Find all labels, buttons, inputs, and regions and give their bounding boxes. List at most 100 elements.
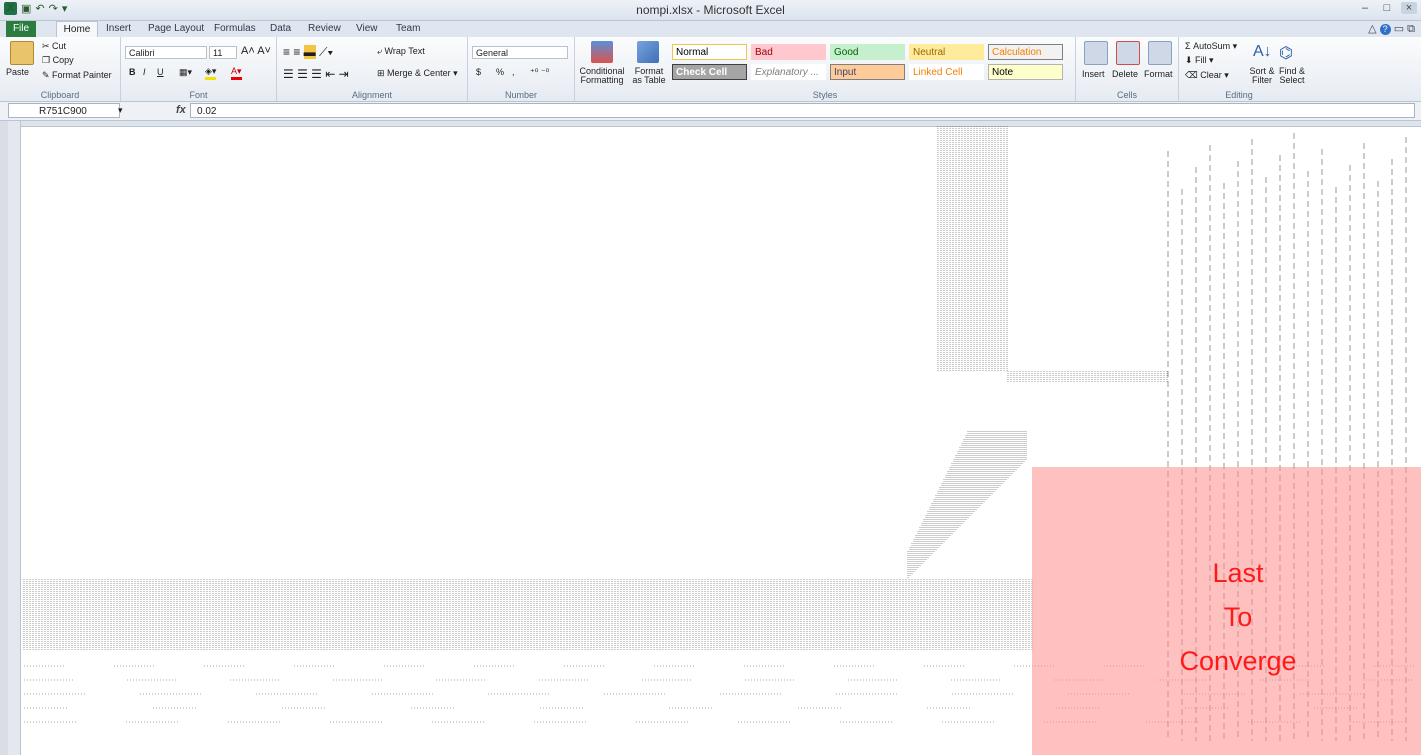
sigma-icon: Σ xyxy=(1185,41,1194,51)
maximize-button[interactable]: □ xyxy=(1379,2,1395,14)
minimize-button[interactable]: – xyxy=(1357,2,1373,14)
align-horizontal-icons[interactable]: ☰ ☰ ☰ ⇤ ⇥ xyxy=(283,67,349,81)
title-bar: X ▣ ↶ ↷ ▾ nompi.xlsx - Microsoft Excel –… xyxy=(0,0,1421,21)
copy-icon: ❐ xyxy=(42,55,53,65)
group-clipboard: Paste ✂ Cut ❐ Copy ✎ Format Painter Clip… xyxy=(0,37,121,101)
underline-button[interactable]: U xyxy=(157,67,164,77)
insert-button[interactable]: Insert xyxy=(1082,69,1105,79)
tab-formulas[interactable]: Formulas xyxy=(214,23,256,34)
merge-icon: ⊞ xyxy=(377,68,388,78)
binoculars-icon[interactable]: ⌬ xyxy=(1279,43,1293,63)
style-input[interactable]: Input xyxy=(830,64,905,80)
percent-button[interactable]: % xyxy=(496,67,504,77)
fill-button[interactable]: ⬇ Fill ▾ xyxy=(1185,55,1214,66)
overlay-line-2: To xyxy=(1223,602,1253,632)
tab-data[interactable]: Data xyxy=(270,23,291,34)
merge-center-button[interactable]: ⊞ Merge & Center ▾ xyxy=(377,68,458,79)
sort-icon[interactable]: A↓ xyxy=(1253,43,1272,61)
style-calculation[interactable]: Calculation xyxy=(988,44,1063,60)
style-check-cell[interactable]: Check Cell xyxy=(672,64,747,80)
currency-button[interactable]: $ xyxy=(476,67,481,77)
format-as-table-icon[interactable] xyxy=(637,41,659,63)
align-top-icons[interactable]: ≡ ≡ ▬ ⟋▾ xyxy=(283,45,333,60)
fx-icon[interactable]: fx xyxy=(176,104,186,116)
conditional-formatting-icon[interactable] xyxy=(591,41,613,63)
insert-cells-icon[interactable] xyxy=(1084,41,1108,65)
formula-bar: R751C900 ▾ fx 0.02 xyxy=(0,102,1421,121)
tab-insert[interactable]: Insert xyxy=(106,23,131,34)
window-title: nompi.xlsx - Microsoft Excel xyxy=(636,3,785,17)
overlay-line-3: Converge xyxy=(1179,646,1297,676)
worksheet-grid[interactable]: Last To Converge xyxy=(8,121,1421,755)
tab-file[interactable]: File xyxy=(6,21,36,37)
style-neutral[interactable]: Neutral xyxy=(909,44,984,60)
group-label-styles: Styles xyxy=(812,90,838,100)
close-button[interactable]: × xyxy=(1401,2,1417,14)
group-styles: Conditional Formatting Format as Table N… xyxy=(575,37,1076,101)
comma-button[interactable]: , xyxy=(512,67,515,77)
font-name-dropdown[interactable]: Calibri xyxy=(125,46,207,59)
delete-button[interactable]: Delete xyxy=(1112,69,1138,79)
group-font: Calibri 11 A˄ A˅ B I U ▦▾ ◈▾ A▾ Font xyxy=(121,37,277,101)
group-editing: Σ AutoSum ▾ ⬇ Fill ▾ ⌫ Clear ▾ A↓ ⌬ Sort… xyxy=(1179,37,1305,101)
font-color-icon[interactable]: A▾ xyxy=(231,66,242,80)
tab-review[interactable]: Review xyxy=(308,23,341,34)
format-painter-button[interactable]: ✎ Format Painter xyxy=(42,70,112,81)
window-controls: – □ × xyxy=(1357,2,1417,14)
minimize-ribbon-icon[interactable]: △ xyxy=(1368,23,1376,35)
merge-center-label: Merge & Center xyxy=(387,68,451,78)
italic-button[interactable]: I xyxy=(143,67,146,77)
cut-button[interactable]: ✂ Cut xyxy=(42,41,66,52)
copy-button[interactable]: ❐ Copy xyxy=(42,55,74,66)
tab-view[interactable]: View xyxy=(356,23,378,34)
ribbon-controls: △ ? ▭ ⧉ xyxy=(1368,22,1415,36)
delete-cells-icon[interactable] xyxy=(1116,41,1140,65)
group-label-cells: Cells xyxy=(1116,90,1137,100)
tab-home[interactable]: Home xyxy=(56,21,98,37)
font-size-dropdown[interactable]: 11 xyxy=(209,46,237,59)
window-restore-icon[interactable]: ▭ ⧉ xyxy=(1394,23,1415,35)
format-as-table-button[interactable]: Format as Table xyxy=(629,67,669,85)
paste-icon[interactable] xyxy=(10,41,34,65)
formula-input[interactable]: 0.02 xyxy=(190,103,1415,118)
fill-color-icon[interactable]: ◈▾ xyxy=(205,66,217,80)
style-linked-cell[interactable]: Linked Cell xyxy=(909,64,984,80)
help-icon[interactable]: ? xyxy=(1379,24,1391,35)
format-cells-icon[interactable] xyxy=(1148,41,1172,65)
number-format-dropdown[interactable]: General xyxy=(472,46,568,59)
tab-team[interactable]: Team xyxy=(396,23,420,34)
style-explanatory[interactable]: Explanatory ... xyxy=(751,64,826,80)
clear-label: Clear xyxy=(1200,70,1222,80)
autosum-button[interactable]: Σ AutoSum ▾ xyxy=(1185,41,1237,52)
ribbon-home: Paste ✂ Cut ❐ Copy ✎ Format Painter Clip… xyxy=(0,37,1421,102)
style-note[interactable]: Note xyxy=(988,64,1063,80)
overlay-caption: Last To Converge xyxy=(1168,551,1308,683)
clear-button[interactable]: ⌫ Clear ▾ xyxy=(1185,70,1229,81)
brush-icon: ✎ xyxy=(42,70,53,80)
style-normal[interactable]: Normal xyxy=(672,44,747,60)
wrap-text-label: Wrap Text xyxy=(384,46,425,56)
wrap-text-button[interactable]: ⤶ Wrap Text xyxy=(377,46,425,57)
borders-icon[interactable]: ▦▾ xyxy=(179,67,192,78)
name-box[interactable]: R751C900 xyxy=(8,103,120,118)
decimal-icons[interactable]: ⁺⁰ ⁻⁰ xyxy=(530,67,549,78)
style-good[interactable]: Good xyxy=(830,44,905,60)
name-box-dropdown-icon[interactable]: ▾ xyxy=(118,105,123,116)
group-alignment: ≡ ≡ ▬ ⟋▾ ☰ ☰ ☰ ⇤ ⇥ ⤶ Wrap Text ⊞ Merge &… xyxy=(277,37,468,101)
style-bad[interactable]: Bad xyxy=(751,44,826,60)
group-label-editing: Editing xyxy=(1225,90,1253,100)
group-label-clipboard: Clipboard xyxy=(40,90,80,100)
conditional-formatting-button[interactable]: Conditional Formatting xyxy=(579,67,625,85)
overlay-line-1: Last xyxy=(1212,558,1264,588)
paste-button[interactable]: Paste xyxy=(6,67,29,77)
tab-page-layout[interactable]: Page Layout xyxy=(148,23,204,34)
bold-button[interactable]: B xyxy=(129,67,136,77)
scissors-icon: ✂ xyxy=(42,41,53,51)
group-label-font: Font xyxy=(189,90,208,100)
find-select-button[interactable]: Find & Select xyxy=(1275,67,1309,85)
autosum-label: AutoSum xyxy=(1193,41,1231,51)
format-button[interactable]: Format xyxy=(1144,69,1173,79)
grow-shrink-font-icon[interactable]: A˄ A˅ xyxy=(241,45,271,57)
wrap-text-icon: ⤶ xyxy=(377,46,385,56)
sort-filter-button[interactable]: Sort & Filter xyxy=(1245,67,1279,85)
